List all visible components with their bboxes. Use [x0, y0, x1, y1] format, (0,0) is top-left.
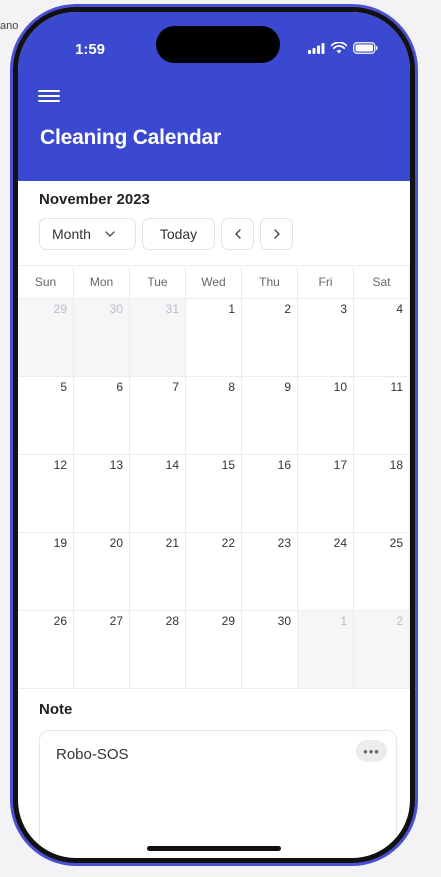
calendar-day[interactable]: 5 [18, 377, 74, 454]
view-select[interactable]: Month [39, 218, 136, 250]
home-indicator [147, 846, 281, 851]
weekday-label: Wed [186, 266, 242, 298]
wifi-icon [331, 42, 347, 54]
status-icons [308, 42, 378, 54]
calendar-day[interactable]: 22 [186, 533, 242, 610]
note-card[interactable]: Robo-SOS ••• [39, 730, 397, 858]
calendar-day[interactable]: 10 [298, 377, 354, 454]
calendar-day[interactable]: 7 [130, 377, 186, 454]
weekday-label: Thu [242, 266, 298, 298]
calendar-day[interactable]: 13 [74, 455, 130, 532]
calendar-day[interactable]: 30 [242, 611, 298, 688]
calendar-week-row: 19 20 21 22 23 24 25 [18, 533, 410, 611]
month-title: November 2023 [39, 191, 150, 208]
calendar-day[interactable]: 11 [354, 377, 410, 454]
signal-icon [308, 42, 325, 54]
calendar-day-other-month[interactable]: 31 [130, 299, 186, 376]
calendar-day[interactable]: 25 [354, 533, 410, 610]
calendar-day[interactable]: 24 [298, 533, 354, 610]
calendar-day[interactable]: 15 [186, 455, 242, 532]
weekday-label: Mon [74, 266, 130, 298]
calendar-day[interactable]: 27 [74, 611, 130, 688]
calendar-day[interactable]: 12 [18, 455, 74, 532]
calendar-week-row: 5 6 7 8 9 10 11 [18, 377, 410, 455]
calendar-day[interactable]: 19 [18, 533, 74, 610]
weekday-header: Sun Mon Tue Wed Thu Fri Sat [18, 266, 410, 299]
phone-bezel: 1:59 Cleaning Calendar November 2023 Mon… [13, 7, 415, 863]
today-button-label: Today [159, 226, 198, 242]
calendar-day-other-month[interactable]: 29 [18, 299, 74, 376]
note-text: Robo-SOS [56, 746, 129, 763]
calendar-day[interactable]: 8 [186, 377, 242, 454]
calendar-grid: Sun Mon Tue Wed Thu Fri Sat 29 30 31 1 2 3 4 5 6 7 8 9 10 1… [18, 265, 410, 689]
calendar-day[interactable]: 2 [242, 299, 298, 376]
page-title: Cleaning Calendar [40, 126, 221, 149]
chevron-right-icon [273, 229, 280, 239]
calendar-day-other-month[interactable]: 2 [354, 611, 410, 688]
calendar-day[interactable]: 18 [354, 455, 410, 532]
phone-screen: 1:59 Cleaning Calendar November 2023 Mon… [18, 12, 410, 858]
calendar-day-other-month[interactable]: 1 [298, 611, 354, 688]
weekday-label: Sun [18, 266, 74, 298]
background-text: ano [0, 20, 19, 32]
chevron-left-icon [234, 229, 241, 239]
calendar-week-row: 12 13 14 15 16 17 18 [18, 455, 410, 533]
calendar-day[interactable]: 29 [186, 611, 242, 688]
calendar-day[interactable]: 16 [242, 455, 298, 532]
phone-frame: 1:59 Cleaning Calendar November 2023 Mon… [10, 4, 418, 866]
battery-icon [353, 42, 378, 54]
weekday-label: Fri [298, 266, 354, 298]
note-label: Note [39, 701, 73, 718]
calendar-week-row: 26 27 28 29 30 1 2 [18, 611, 410, 689]
next-month-button[interactable] [260, 218, 293, 250]
menu-icon[interactable] [38, 90, 60, 106]
dynamic-island [156, 26, 280, 63]
calendar-day[interactable]: 9 [242, 377, 298, 454]
calendar-day[interactable]: 26 [18, 611, 74, 688]
calendar-day-other-month[interactable]: 30 [74, 299, 130, 376]
today-button[interactable]: Today [142, 218, 215, 250]
calendar-day[interactable]: 4 [354, 299, 410, 376]
chevron-down-icon [105, 231, 115, 237]
calendar-day[interactable]: 21 [130, 533, 186, 610]
calendar-day[interactable]: 3 [298, 299, 354, 376]
calendar-day[interactable]: 14 [130, 455, 186, 532]
calendar-day[interactable]: 28 [130, 611, 186, 688]
calendar-day[interactable]: 6 [74, 377, 130, 454]
calendar-week-row: 29 30 31 1 2 3 4 [18, 299, 410, 377]
view-select-label: Month [52, 226, 91, 242]
more-options-button[interactable]: ••• [356, 740, 387, 762]
calendar-day[interactable]: 23 [242, 533, 298, 610]
calendar-day[interactable]: 17 [298, 455, 354, 532]
weekday-label: Sat [354, 266, 410, 298]
weekday-label: Tue [130, 266, 186, 298]
prev-month-button[interactable] [221, 218, 254, 250]
calendar-day[interactable]: 20 [74, 533, 130, 610]
calendar-day[interactable]: 1 [186, 299, 242, 376]
app-header: 1:59 Cleaning Calendar [18, 12, 410, 181]
status-time: 1:59 [75, 41, 106, 58]
